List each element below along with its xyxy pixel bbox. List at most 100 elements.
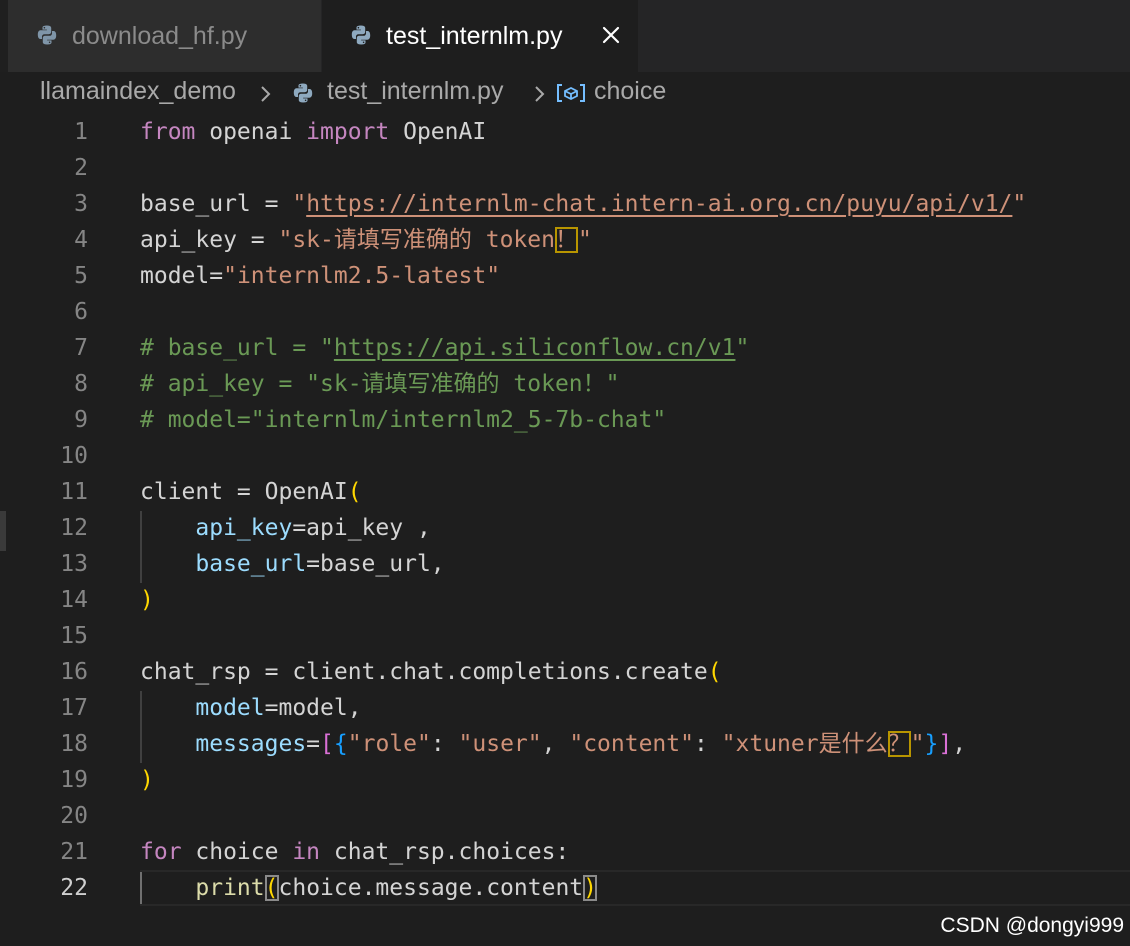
close-icon[interactable]: [600, 24, 622, 46]
token-parameter: model: [195, 695, 265, 721]
token-punct: ,: [541, 731, 570, 757]
code-line[interactable]: 9 # model="internlm/internlm2_5-7b-chat": [0, 402, 1130, 438]
code-line[interactable]: 11 client = OpenAI(: [0, 474, 1130, 510]
python-file-icon: [293, 83, 313, 103]
code-line[interactable]: 17 model=model,: [0, 690, 1130, 726]
code-line[interactable]: 7 # base_url = "https://api.siliconflow.…: [0, 330, 1130, 366]
line-number: 9: [74, 407, 88, 433]
token-string: ": [910, 731, 925, 757]
token-function: print: [195, 875, 265, 901]
breadcrumb-folder[interactable]: llamaindex_demo: [40, 77, 236, 106]
token-url-link[interactable]: https://internlm-chat.intern-ai.org.cn/p…: [306, 191, 1012, 217]
line-content[interactable]: api_key = "sk-请填写准确的 token！": [140, 222, 592, 258]
token-keyword: in: [292, 839, 321, 865]
line-content[interactable]: api_key=api_key ,: [140, 510, 431, 546]
code-line[interactable]: 1 from openai import OpenAI: [0, 114, 1130, 150]
token-punct: ,: [952, 731, 967, 757]
token-keyword: from: [140, 119, 196, 145]
tab-download-hf[interactable]: download_hf.py: [8, 0, 321, 72]
token-text: =model,: [264, 695, 362, 721]
line-number: 18: [60, 731, 88, 757]
line-number: 13: [60, 551, 88, 577]
line-content[interactable]: chat_rsp = client.chat.completions.creat…: [140, 654, 722, 690]
token-class: OpenAI: [389, 119, 487, 145]
python-file-icon: [37, 25, 57, 45]
code-line[interactable]: 16 chat_rsp = client.chat.completions.cr…: [0, 654, 1130, 690]
line-number: 12: [60, 515, 88, 541]
token-bracket: }: [924, 731, 939, 757]
line-number: 17: [60, 695, 88, 721]
line-number: 11: [60, 479, 88, 505]
code-line[interactable]: 3 base_url = "https://internlm-chat.inte…: [0, 186, 1130, 222]
token-bracket: (: [707, 659, 722, 685]
token-comment-link[interactable]: https://api.siliconflow.cn/v1: [334, 335, 736, 361]
line-content[interactable]: for choice in chat_rsp.choices:: [140, 834, 569, 870]
code-line[interactable]: 8 # api_key = "sk-请填写准确的 token！": [0, 366, 1130, 402]
code-editor[interactable]: llamaindex_demo test_internlm.py choice …: [0, 72, 1130, 946]
line-number: 14: [60, 587, 88, 613]
token-variable: choice: [181, 839, 293, 865]
token-string: "internlm2.5-latest": [223, 263, 501, 289]
token-comment: # base_url = ": [140, 335, 334, 361]
token-bracket: [: [320, 731, 334, 757]
token-text: =api_key ,: [292, 515, 431, 541]
line-number: 6: [74, 299, 88, 325]
token-bracket: ): [140, 767, 154, 793]
code-line[interactable]: 18 messages=[{"role": "user", "content":…: [0, 726, 1130, 762]
line-number: 16: [60, 659, 88, 685]
token-assign: model=: [140, 263, 224, 289]
line-content[interactable]: from openai import OpenAI: [140, 114, 486, 150]
token-string: ": [1012, 191, 1027, 217]
line-content[interactable]: model="internlm2.5-latest": [140, 258, 500, 294]
token-bracket-match: ): [583, 875, 597, 901]
breadcrumb-symbol[interactable]: choice: [594, 77, 666, 106]
token-string: "user": [458, 731, 542, 757]
line-content[interactable]: model=model,: [140, 690, 362, 726]
token-unicode-highlight: ！: [554, 227, 578, 253]
code-line[interactable]: 2: [0, 150, 1130, 186]
tab-test-internlm[interactable]: test_internlm.py: [322, 0, 638, 72]
token-bracket: (: [347, 479, 362, 505]
line-content[interactable]: base_url=base_url,: [140, 546, 444, 582]
code-line-current[interactable]: 22 print(choice.message.content): [0, 870, 1130, 906]
token-function: create: [624, 659, 708, 685]
line-content[interactable]: ): [140, 762, 154, 798]
token-operator: =: [306, 731, 321, 757]
code-line[interactable]: 19 ): [0, 762, 1130, 798]
code-line[interactable]: 15: [0, 618, 1130, 654]
code-line[interactable]: 4 api_key = "sk-请填写准确的 token！": [0, 222, 1130, 258]
token-comment: ": [735, 335, 750, 361]
code-line[interactable]: 21 for choice in chat_rsp.choices:: [0, 834, 1130, 870]
chevron-right-icon: [261, 86, 271, 102]
line-content[interactable]: messages=[{"role": "user", "content": "x…: [140, 726, 966, 762]
line-number: 20: [60, 803, 88, 829]
code-line[interactable]: 6: [0, 294, 1130, 330]
token-string: "role": [347, 731, 431, 757]
token-assign: api_key =: [140, 227, 279, 253]
tab-label: download_hf.py: [72, 22, 248, 50]
code-line[interactable]: 14 ): [0, 582, 1130, 618]
tab-bar-edge: [0, 0, 8, 72]
code-line[interactable]: 12 api_key=api_key ,: [0, 510, 1130, 546]
code-line[interactable]: 20: [0, 798, 1130, 834]
line-content[interactable]: client = OpenAI(: [140, 474, 362, 510]
line-content[interactable]: base_url = "https://internlm-chat.intern…: [140, 186, 1026, 222]
token-bracket: ]: [938, 731, 953, 757]
line-content[interactable]: ): [140, 582, 154, 618]
token-comment: # api_key = "sk-请填写准确的 token！": [140, 371, 620, 397]
line-number: 5: [74, 263, 88, 289]
token-assign: base_url =: [140, 191, 293, 217]
watermark: CSDN @dongyi999: [940, 914, 1124, 937]
line-content[interactable]: # api_key = "sk-请填写准确的 token！": [140, 366, 620, 402]
code-line[interactable]: 13 base_url=base_url,: [0, 546, 1130, 582]
breadcrumb-file[interactable]: test_internlm.py: [327, 77, 503, 106]
code-line[interactable]: 10: [0, 438, 1130, 474]
token-keyword: for: [140, 839, 182, 865]
line-number: 19: [60, 767, 88, 793]
line-content[interactable]: print(choice.message.content): [140, 870, 597, 906]
line-content[interactable]: # base_url = "https://api.siliconflow.cn…: [140, 330, 749, 366]
line-number: 8: [74, 371, 88, 397]
code-line[interactable]: 5 model="internlm2.5-latest": [0, 258, 1130, 294]
token-keyword: import: [306, 119, 390, 145]
line-content[interactable]: # model="internlm/internlm2_5-7b-chat": [140, 402, 666, 438]
